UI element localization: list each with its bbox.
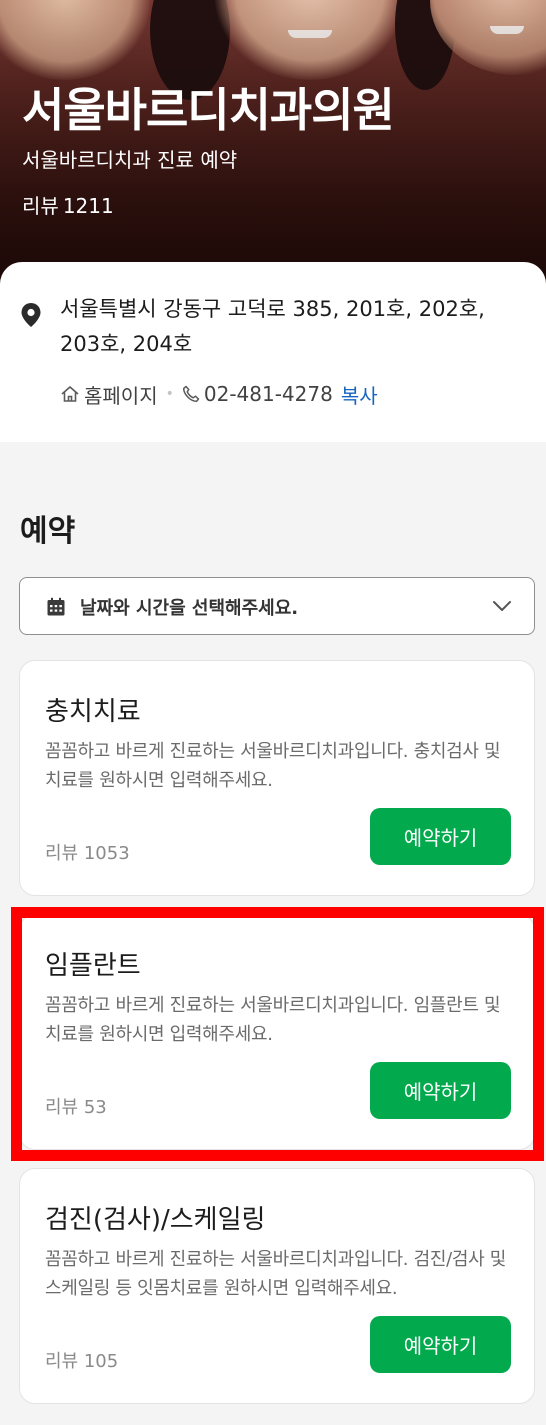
clinic-address: 서울특별시 강동구 고덕로 385, 201호, 202호, 203호, 204… — [60, 297, 485, 356]
book-button[interactable]: 예약하기 — [370, 808, 511, 865]
service-card-cavity[interactable]: 충치치료 꼼꼼하고 바르게 진료하는 서울바르디치과입니다. 충치검사 및 치료… — [19, 660, 535, 896]
location-pin-icon — [21, 303, 41, 327]
date-time-select[interactable]: 날짜와 시간을 선택해주세요. — [19, 577, 535, 635]
separator-dot: • — [165, 386, 174, 402]
phone-number[interactable]: 02-481-4278 — [204, 382, 333, 406]
hero-banner: 서울바르디치과의원 서울바르디치과 진료 예약 리뷰 1211 — [0, 0, 546, 290]
booking-section-title: 예약 — [20, 514, 76, 549]
service-name: 임플란트 — [45, 951, 141, 981]
service-review-count: 리뷰 53 — [45, 1097, 107, 1118]
service-description: 꼼꼼하고 바르게 진료하는 서울바르디치과입니다. 검진/검사 및 스케일링 등… — [45, 1249, 507, 1299]
service-review-count: 리뷰 1053 — [45, 843, 130, 864]
clinic-title: 서울바르디치과의원 — [22, 83, 395, 137]
review-label: 리뷰 — [22, 194, 59, 218]
service-name: 검진(검사)/스케일링 — [45, 1205, 266, 1235]
date-select-label: 날짜와 시간을 선택해주세요. — [80, 598, 299, 619]
service-name: 충치치료 — [45, 697, 141, 727]
book-button[interactable]: 예약하기 — [370, 1316, 511, 1373]
contact-row: 홈페이지 • 02-481-4278 복사 — [60, 379, 378, 409]
service-review-count: 리뷰 105 — [45, 1351, 119, 1372]
home-icon — [61, 386, 79, 402]
homepage-link[interactable]: 홈페이지 — [84, 380, 158, 409]
chevron-down-icon — [493, 601, 511, 611]
service-description: 꼼꼼하고 바르게 진료하는 서울바르디치과입니다. 임플란트 및 치료를 원하시… — [45, 995, 501, 1045]
service-card-checkup-scaling[interactable]: 검진(검사)/스케일링 꼼꼼하고 바르게 진료하는 서울바르디치과입니다. 검진… — [19, 1168, 535, 1404]
book-button[interactable]: 예약하기 — [370, 1062, 511, 1119]
calendar-icon — [47, 597, 65, 616]
service-description: 꼼꼼하고 바르게 진료하는 서울바르디치과입니다. 충치검사 및 치료를 원하시… — [45, 741, 501, 791]
clinic-subtitle: 서울바르디치과 진료 예약 — [22, 148, 238, 172]
service-card-implant[interactable]: 임플란트 꼼꼼하고 바르게 진료하는 서울바르디치과입니다. 임플란트 및 치료… — [19, 914, 535, 1150]
clinic-review-count[interactable]: 리뷰 1211 — [22, 190, 114, 219]
copy-phone-button[interactable]: 복사 — [341, 380, 378, 409]
review-count-value: 1211 — [62, 194, 114, 218]
phone-icon — [182, 385, 200, 403]
clinic-info-card: 서울특별시 강동구 고덕로 385, 201호, 202호, 203호, 204… — [0, 262, 546, 442]
